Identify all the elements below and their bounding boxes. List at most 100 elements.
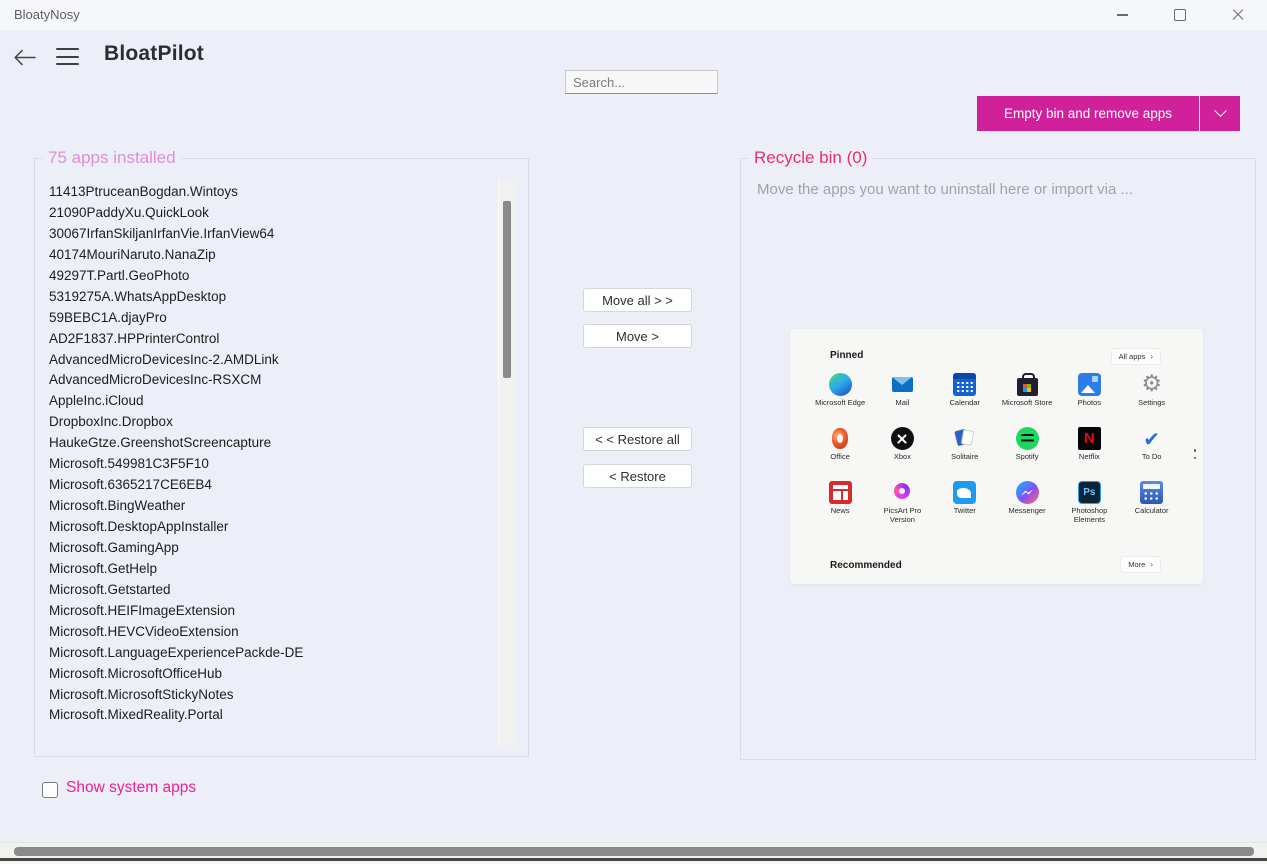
app-list-item[interactable]: Microsoft.Getstarted (49, 580, 495, 601)
recycle-bin-legend: Recycle bin (0) (749, 148, 873, 168)
start-menu-app: Calculator (1122, 481, 1182, 535)
picsart-icon (891, 481, 914, 504)
app-list-item[interactable]: Microsoft.GetHelp (49, 559, 495, 580)
spotify-icon (1015, 427, 1039, 450)
back-button[interactable] (11, 46, 37, 68)
hamburger-icon (56, 48, 79, 50)
maximize-button[interactable] (1157, 0, 1203, 30)
recommended-label: Recommended (830, 560, 902, 571)
all-apps-button: All apps › (1111, 349, 1160, 364)
hamburger-menu-button[interactable] (56, 48, 79, 65)
chevron-right-icon: › (1150, 351, 1153, 361)
app-list-item[interactable]: 59BEBC1A.djayPro (49, 308, 495, 329)
start-menu-app: Microsoft Edge (810, 373, 870, 427)
app-list-item[interactable]: 30067IrfanSkiljanIrfanVie.IrfanView64 (49, 224, 495, 245)
installed-apps-group: 75 apps installed 11413PtruceanBogdan.Wi… (34, 148, 529, 757)
start-menu-app-label: Solitaire (951, 452, 979, 461)
show-system-apps-checkbox[interactable] (42, 782, 58, 798)
start-menu-app: Spotify (997, 427, 1057, 481)
page-title: BloatPilot (104, 42, 204, 65)
office-icon (829, 427, 852, 450)
empty-bin-dropdown-button[interactable] (1200, 96, 1240, 131)
show-system-apps-label[interactable]: Show system apps (66, 779, 196, 797)
start-menu-app: To Do (1122, 427, 1182, 481)
empty-bin-button[interactable]: Empty bin and remove apps (977, 96, 1199, 131)
title-bar: BloatyNosy (0, 0, 1267, 30)
more-button: More › (1121, 557, 1160, 572)
start-menu-app-label: Netflix (1078, 452, 1100, 461)
start-menu-app-label: Spotify (1015, 452, 1039, 461)
search-input[interactable] (565, 70, 718, 94)
apps-list-scrollbar-track[interactable] (498, 180, 515, 746)
restore-button[interactable]: < Restore (583, 464, 692, 488)
start-menu-app-label: Twitter (953, 506, 976, 515)
app-list-item[interactable]: 21090PaddyXu.QuickLook (49, 203, 495, 224)
edge-icon (828, 373, 852, 396)
app-list-item[interactable]: 11413PtruceanBogdan.Wintoys (49, 182, 495, 203)
start-menu-app-label: PicsArt Pro Version (883, 506, 922, 525)
app-list-item[interactable]: Microsoft.6365217CE6EB4 (49, 475, 495, 496)
store-icon (1016, 373, 1039, 396)
start-menu-app: Photos (1059, 373, 1119, 427)
window-title: BloatyNosy (14, 7, 80, 22)
solitaire-icon (953, 427, 976, 450)
app-list-item[interactable]: Microsoft.GamingApp (49, 538, 495, 559)
app-list-item[interactable]: AppleInc.iCloud (49, 391, 495, 412)
chevron-down-icon (1213, 104, 1227, 118)
app-list-item[interactable]: Microsoft.DesktopAppInstaller (49, 517, 495, 538)
app-list-item[interactable]: Microsoft.MixedReality.Portal (49, 705, 495, 726)
app-list-item[interactable]: AD2F1837.HPPrinterControl (49, 329, 495, 350)
app-list-item[interactable]: Microsoft.BingWeather (49, 496, 495, 517)
move-button[interactable]: Move > (583, 324, 692, 348)
app-list-item[interactable]: Microsoft.MicrosoftStickyNotes (49, 685, 495, 706)
calendar-icon (953, 373, 977, 396)
start-menu-app: Twitter (935, 481, 995, 535)
start-menu-app-label: Mail (895, 398, 910, 407)
start-menu-app: Solitaire (935, 427, 995, 481)
close-button[interactable] (1215, 0, 1261, 30)
apps-list-scrollbar-thumb[interactable] (503, 201, 511, 378)
app-list-item[interactable]: Microsoft.MicrosoftOfficeHub (49, 664, 495, 685)
start-menu-app-label: News (830, 506, 850, 515)
app-list-item[interactable]: 40174MouriNaruto.NanaZip (49, 245, 495, 266)
app-list-item[interactable]: HaukeGtze.GreenshotScreencapture (49, 433, 495, 454)
start-menu-app-label: Photos (1077, 398, 1101, 407)
start-menu-app-label: Office (830, 452, 850, 461)
minimize-icon (1116, 14, 1128, 16)
empty-bin-split-button: Empty bin and remove apps (977, 96, 1240, 131)
move-all-button[interactable]: Move all > > (583, 288, 692, 312)
horizontal-scrollbar-track[interactable] (0, 842, 1267, 859)
app-list-item[interactable]: Microsoft.549981C3F5F10 (49, 454, 495, 475)
chevron-right-icon: › (1150, 559, 1153, 569)
installed-apps-list: 11413PtruceanBogdan.Wintoys 21090PaddyXu.… (49, 182, 495, 730)
start-menu-app-label: Photoshop Elements (1071, 506, 1108, 525)
app-list-item[interactable]: 5319275A.WhatsAppDesktop (49, 287, 495, 308)
app-list-item[interactable]: AdvancedMicroDevicesInc-RSXCM (49, 370, 495, 391)
maximize-icon (1174, 9, 1186, 21)
start-menu-app: Settings (1122, 373, 1182, 427)
start-menu-app: Netflix (1059, 427, 1119, 481)
app-list-item[interactable]: DropboxInc.Dropbox (49, 412, 495, 433)
twitter-icon (953, 481, 977, 504)
minimize-button[interactable] (1099, 0, 1145, 30)
start-menu-app-label: Xbox (893, 452, 911, 461)
horizontal-scrollbar-thumb[interactable] (14, 847, 1254, 856)
start-menu-app-label: Calendar (949, 398, 980, 407)
pinned-label: Pinned (830, 350, 864, 361)
app-list-item[interactable]: Microsoft.HEVCVideoExtension (49, 622, 495, 643)
arrow-left-icon (13, 49, 36, 65)
start-menu-app: Calendar (935, 373, 995, 427)
restore-all-button[interactable]: < < Restore all (583, 427, 692, 451)
app-list-item[interactable]: Microsoft.LanguageExperiencePackde-DE (49, 643, 495, 664)
pinned-apps-grid: Microsoft Edge Mail Calendar Microsoft Stor… (809, 373, 1183, 535)
app-list-item[interactable]: Microsoft.HEIFImageExtension (49, 601, 495, 622)
app-list-item[interactable]: AdvancedMicroDevicesInc-2.AMDLink (49, 350, 495, 371)
news-icon (828, 481, 852, 504)
start-menu-app-label: Microsoft Store (1001, 398, 1053, 407)
start-menu-app-label: Microsoft Edge (815, 398, 866, 407)
recycle-bin-drop-hint: Move the apps you want to uninstall here… (757, 181, 1134, 198)
app-list-item[interactable]: 49297T.Partl.GeoPhoto (49, 266, 495, 287)
start-menu-app: Xbox (872, 427, 932, 481)
start-menu-app-label: To Do (1141, 452, 1162, 461)
start-menu-preview-image: Pinned All apps › Microsoft Edge Mail Cale… (790, 329, 1203, 584)
